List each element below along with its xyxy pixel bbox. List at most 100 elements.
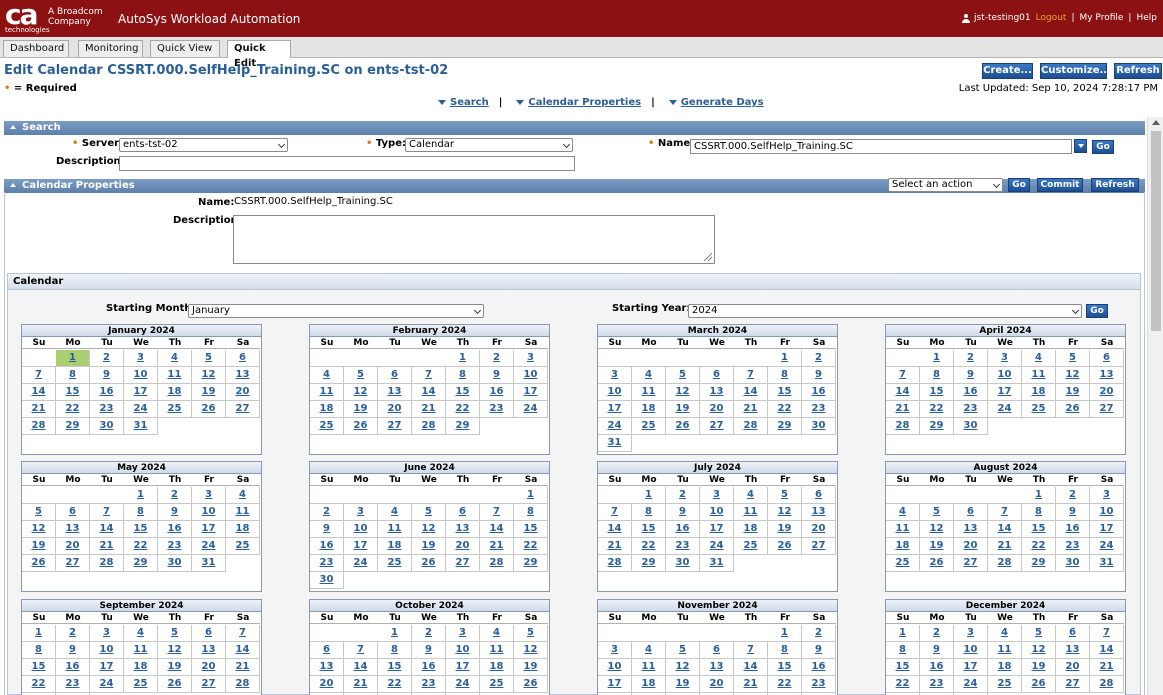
day-cell[interactable]: 12 [344,384,378,401]
day-cell[interactable]: 17 [954,659,988,676]
day-cell[interactable]: 24 [954,676,988,693]
day-cell[interactable]: 14 [988,521,1022,538]
day-cell[interactable]: 6 [954,504,988,521]
day-cell[interactable]: 20 [310,676,344,693]
day-cell[interactable]: 25 [734,538,768,555]
day-cell[interactable]: 8 [124,504,158,521]
day-cell[interactable]: 11 [734,504,768,521]
day-cell[interactable]: 26 [22,555,56,572]
day-cell[interactable]: 14 [734,659,768,676]
day-cell[interactable]: 27 [954,555,988,572]
day-cell[interactable]: 5 [768,487,802,504]
day-cell[interactable]: 20 [1090,384,1124,401]
day-cell[interactable]: 6 [446,504,480,521]
day-cell[interactable]: 26 [920,555,954,572]
day-cell[interactable]: 9 [310,521,344,538]
day-cell[interactable]: 31 [124,418,158,435]
day-cell[interactable]: 7 [988,504,1022,521]
day-cell[interactable]: 17 [1090,521,1124,538]
day-cell[interactable]: 24 [598,418,632,435]
day-cell[interactable]: 11 [632,659,666,676]
day-cell[interactable]: 11 [632,384,666,401]
day-cell[interactable]: 26 [1056,401,1090,418]
day-cell[interactable]: 11 [378,521,412,538]
day-cell[interactable]: 4 [632,642,666,659]
day-cell[interactable]: 22 [124,538,158,555]
day-cell[interactable]: 28 [22,418,56,435]
day-cell[interactable]: 13 [700,659,734,676]
day-cell[interactable]: 19 [192,384,226,401]
day-cell[interactable]: 8 [886,642,920,659]
day-cell[interactable]: 24 [514,401,548,418]
day-cell[interactable]: 17 [192,521,226,538]
day-cell[interactable]: 22 [446,401,480,418]
search-go-button[interactable]: Go [1092,140,1114,154]
day-cell[interactable]: 8 [56,367,90,384]
day-cell[interactable]: 27 [378,418,412,435]
day-cell[interactable]: 4 [988,625,1022,642]
day-cell[interactable]: 27 [226,401,260,418]
day-cell[interactable]: 2 [412,625,446,642]
day-cell[interactable]: 9 [802,642,836,659]
customize-button[interactable]: Customize... [1040,63,1111,79]
day-cell[interactable]: 21 [598,538,632,555]
day-cell[interactable]: 24 [90,676,124,693]
day-cell[interactable]: 9 [666,504,700,521]
tab-dashboard[interactable]: Dashboard [3,40,69,57]
day-cell[interactable]: 4 [734,487,768,504]
name-dropdown-button[interactable] [1074,139,1087,153]
day-cell[interactable]: 10 [90,642,124,659]
day-cell[interactable]: 24 [1090,538,1124,555]
day-cell[interactable]: 15 [378,659,412,676]
day-cell[interactable]: 7 [734,642,768,659]
day-cell[interactable]: 22 [22,676,56,693]
day-cell[interactable]: 5 [666,642,700,659]
day-cell[interactable]: 3 [700,487,734,504]
day-cell[interactable]: 13 [954,521,988,538]
day-cell[interactable]: 12 [1022,642,1056,659]
day-cell[interactable]: 2 [954,350,988,367]
day-cell[interactable]: 25 [226,538,260,555]
day-cell[interactable]: 5 [412,504,446,521]
day-cell[interactable]: 16 [954,384,988,401]
day-cell[interactable]: 18 [378,538,412,555]
day-cell[interactable]: 29 [56,418,90,435]
day-cell[interactable]: 6 [700,642,734,659]
day-cell[interactable]: 8 [514,504,548,521]
day-cell[interactable]: 6 [56,504,90,521]
day-cell[interactable]: 2 [666,487,700,504]
day-cell[interactable]: 18 [158,384,192,401]
day-cell[interactable]: 12 [514,642,548,659]
day-cell[interactable]: 14 [734,384,768,401]
day-cell[interactable]: 13 [310,659,344,676]
day-cell[interactable]: 21 [90,538,124,555]
day-cell[interactable]: 26 [192,401,226,418]
day-cell[interactable]: 7 [480,504,514,521]
day-cell[interactable]: 13 [802,504,836,521]
day-cell[interactable]: 12 [412,521,446,538]
day-cell[interactable]: 30 [954,418,988,435]
search-section-header[interactable]: Search [4,121,1145,135]
day-cell[interactable]: 1 [768,625,802,642]
day-cell[interactable]: 11 [480,642,514,659]
calendar-properties-link[interactable]: Calendar Properties [528,97,641,108]
day-cell[interactable]: 17 [598,676,632,693]
day-cell[interactable]: 15 [1022,521,1056,538]
day-cell[interactable]: 10 [514,367,548,384]
day-cell[interactable]: 20 [700,676,734,693]
day-cell[interactable]: 19 [1056,384,1090,401]
collapse-icon[interactable] [10,125,16,129]
day-cell[interactable]: 6 [310,642,344,659]
day-cell[interactable]: 15 [514,521,548,538]
day-cell[interactable]: 5 [344,367,378,384]
day-cell[interactable]: 5 [920,504,954,521]
day-cell[interactable]: 7 [734,367,768,384]
description-input[interactable] [119,156,575,171]
day-cell[interactable]: 18 [310,401,344,418]
day-cell[interactable]: 23 [56,676,90,693]
day-cell[interactable]: 2 [1056,487,1090,504]
day-cell[interactable]: 10 [446,642,480,659]
day-cell[interactable]: 22 [768,401,802,418]
day-cell[interactable]: 10 [598,659,632,676]
day-cell[interactable]: 2 [158,487,192,504]
